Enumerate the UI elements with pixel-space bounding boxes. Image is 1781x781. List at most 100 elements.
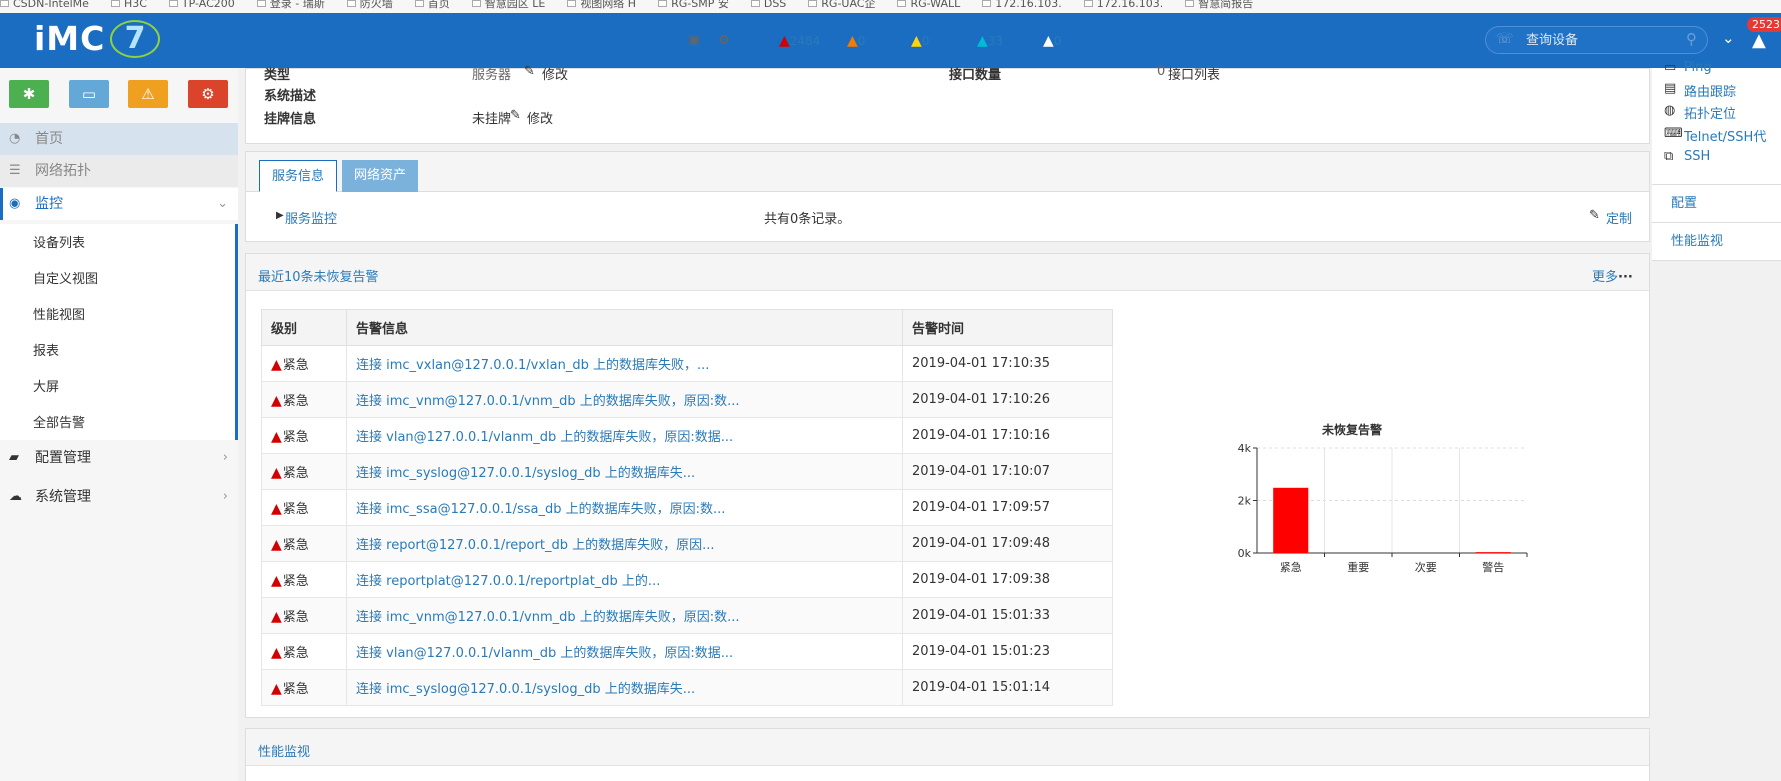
double-chevron-down-icon[interactable]: ⌄ [1722,29,1735,47]
info-alarm-counter[interactable]: ▲0 [1043,33,1061,49]
page-icon [471,0,481,7]
tool-ping[interactable]: ▭ Ping [1664,60,1712,75]
tool-topology-locate[interactable]: ◍ 拓扑定位 [1664,103,1736,122]
terminal-icon: ⌨ [1664,126,1683,141]
network-alarm-icon[interactable]: ⚙ [718,33,730,48]
tool-ssh[interactable]: ⧉ SSH [1664,149,1710,164]
bookmark-item[interactable]: H3C [110,0,147,9]
bookmark-item[interactable]: DSS [750,0,786,9]
quick-settings-button[interactable]: ⚙ [188,80,228,108]
alert-icon[interactable]: ▲ [1752,30,1766,51]
alarm-info-link[interactable]: 连接 report@127.0.0.1/report_db 上的数据库失败，原因… [356,538,714,553]
critical-alarm-icon: ▲ [271,393,282,409]
bookmark-item[interactable]: 智慧简报告 [1185,0,1253,9]
table-row[interactable]: ▲紧急 连接 imc_syslog@127.0.0.1/syslog_db 上的数… [261,669,1113,706]
warning-alarm-counter[interactable]: ▲33 [977,33,1003,49]
bookmark-item[interactable]: RG-UAC企 [808,0,875,9]
logo-version: 7 [110,20,160,58]
submenu-reports[interactable]: 报表 [33,342,59,362]
table-row[interactable]: ▲紧急 连接 imc_ssa@127.0.0.1/ssa_db 上的数据库失败，原… [261,489,1113,526]
type-edit-link[interactable]: 修改 [542,64,568,83]
bookmark-item[interactable]: 视图网络 H [567,0,636,9]
table-row[interactable]: ▲紧急 连接 imc_vxlan@127.0.0.1/vxlan_db 上的数据库… [261,345,1113,382]
tab-service-info[interactable]: 服务信息 [259,160,338,192]
bookmark-item[interactable]: 防火墙 [346,0,393,9]
monitor-icon: ▭ [1664,60,1677,75]
alarm-info-link[interactable]: 连接 imc_vnm@127.0.0.1/vnm_db 上的数据库失败，原因:数… [356,610,740,625]
system-desc-label: 系统描述 [264,89,317,104]
tool-traceroute[interactable]: ▤ 路由跟踪 [1664,81,1736,100]
alarm-time: 2019-04-01 15:01:33 [902,597,1113,634]
bookmark-item[interactable]: TP-AC200 [168,0,235,9]
bookmark-item[interactable]: RG-SMP 安 [658,0,729,9]
tag-edit-link[interactable]: 修改 [527,108,553,127]
edit-icon: ✎ [510,108,521,123]
alarm-info: 连接 imc_syslog@127.0.0.1/syslog_db 上的数据库失… [346,453,903,490]
quick-add-button[interactable]: ✱ [9,80,49,108]
panel-header [246,729,1649,766]
sidebar-item-config[interactable]: ▰ 配置管理 › [0,442,238,474]
tool-telnet-ssh[interactable]: ⌨ Telnet/SSH代 [1664,126,1766,145]
submenu-device-list[interactable]: 设备列表 [33,234,85,254]
performance-monitor-link[interactable]: 性能监视 [1652,223,1781,261]
sidebar-item-home[interactable]: ◔ 首页 [0,123,238,155]
quick-alarm-button[interactable]: ⚠ [128,80,168,108]
bookmark-item[interactable]: 登录 - 瑞斯 [256,0,325,9]
type-value: 服务器 [472,68,512,83]
page-icon [897,0,907,7]
bookmark-item[interactable]: 智慧园区 LE [471,0,545,9]
column-header-time: 告警时间 [902,309,1113,346]
page-icon [750,0,760,7]
alarm-info-link[interactable]: 连接 vlan@127.0.0.1/vlanm_db 上的数据库失败，原因:数据… [356,430,733,445]
sidebar-item-monitor[interactable]: ◉ 监控 ⌄ [0,188,238,220]
notification-badge: 2523 [1747,17,1781,32]
table-row[interactable]: ▲紧急 连接 vlan@127.0.0.1/vlanm_db 上的数据库失败，原因… [261,417,1113,454]
chevron-right-icon: › [222,489,228,504]
alarm-info-link[interactable]: 连接 reportplat@127.0.0.1/reportplat_db 上的… [356,574,660,589]
table-row[interactable]: ▲紧急 连接 vlan@127.0.0.1/vlanm_db 上的数据库失败，原因… [261,633,1113,670]
quick-device-button[interactable]: ▭ [69,80,109,108]
bookmark-item[interactable]: 172.16.103. [1083,0,1163,9]
alarm-info-link[interactable]: 连接 imc_syslog@127.0.0.1/syslog_db 上的数据库失… [356,466,695,481]
alarm-info-link[interactable]: 连接 imc_syslog@127.0.0.1/syslog_db 上的数据库失… [356,682,695,697]
tab-network-assets[interactable]: 网络资产 [342,160,419,192]
ellipsis-icon: ··· [1618,270,1633,285]
service-monitor-link[interactable]: 服务监控 [285,208,337,227]
critical-alarm-icon: ▲ [271,681,282,697]
device-search-input[interactable] [1526,31,1676,49]
alarm-info: 连接 imc_vnm@127.0.0.1/vnm_db 上的数据库失败，原因:数… [346,381,903,418]
major-alarm-counter[interactable]: ▲0 [847,33,865,49]
critical-alarm-icon: ▲ [271,465,282,481]
more-alarms-link[interactable]: 更多··· [1592,266,1633,285]
customize-link[interactable]: 定制 [1606,208,1632,227]
y-tick-label: 0k [1238,547,1252,560]
table-row[interactable]: ▲紧急 连接 report@127.0.0.1/report_db 上的数据库失败… [261,525,1113,562]
alarm-info-link[interactable]: 连接 vlan@127.0.0.1/vlanm_db 上的数据库失败，原因:数据… [356,646,733,661]
bookmark-item[interactable]: 首页 [414,0,450,9]
config-link[interactable]: 配置 [1652,185,1781,223]
bookmark-item[interactable]: 172.16.103. [982,0,1062,9]
alarm-info-link[interactable]: 连接 imc_vxlan@127.0.0.1/vxlan_db 上的数据库失败，… [356,358,709,373]
critical-alarm-counter[interactable]: ▲2484 [779,33,820,49]
minor-alarm-counter[interactable]: ▲0 [911,33,929,49]
table-row[interactable]: ▲紧急 连接 imc_vnm@127.0.0.1/vnm_db 上的数据库失败，原… [261,597,1113,634]
table-row[interactable]: ▲紧急 连接 imc_vnm@127.0.0.1/vnm_db 上的数据库失败，原… [261,381,1113,418]
y-tick-label: 2k [1238,495,1252,508]
bookmark-item[interactable]: CSDN-IntelMe [0,0,89,9]
submenu-custom-view[interactable]: 自定义视图 [33,270,98,290]
submenu-performance-view[interactable]: 性能视图 [33,306,85,326]
table-row[interactable]: ▲紧急 连接 reportplat@127.0.0.1/reportplat_db… [261,561,1113,598]
alarm-time: 2019-04-01 17:09:38 [902,561,1113,598]
table-row[interactable]: ▲紧急 连接 imc_syslog@127.0.0.1/syslog_db 上的数… [261,453,1113,490]
alarm-info-link[interactable]: 连接 imc_ssa@127.0.0.1/ssa_db 上的数据库失败，原因:数… [356,502,725,517]
home-alarm-icon[interactable]: ▣ [688,33,700,48]
interface-list-link[interactable]: 接口列表 [1168,64,1220,83]
submenu-big-screen[interactable]: 大屏 [33,378,59,398]
search-icon[interactable]: ⚲ [1686,30,1697,48]
submenu-all-alarms[interactable]: 全部告警 [33,414,85,434]
alarm-info-link[interactable]: 连接 imc_vnm@127.0.0.1/vnm_db 上的数据库失败，原因:数… [356,394,740,409]
recent-alarms-title: 最近10条未恢复告警 [258,270,379,285]
sidebar-item-system[interactable]: ☁ 系统管理 › [0,481,238,513]
sidebar-item-topology[interactable]: ☰ 网络拓扑 [0,155,238,187]
bookmark-item[interactable]: RG-WALL [897,0,960,9]
